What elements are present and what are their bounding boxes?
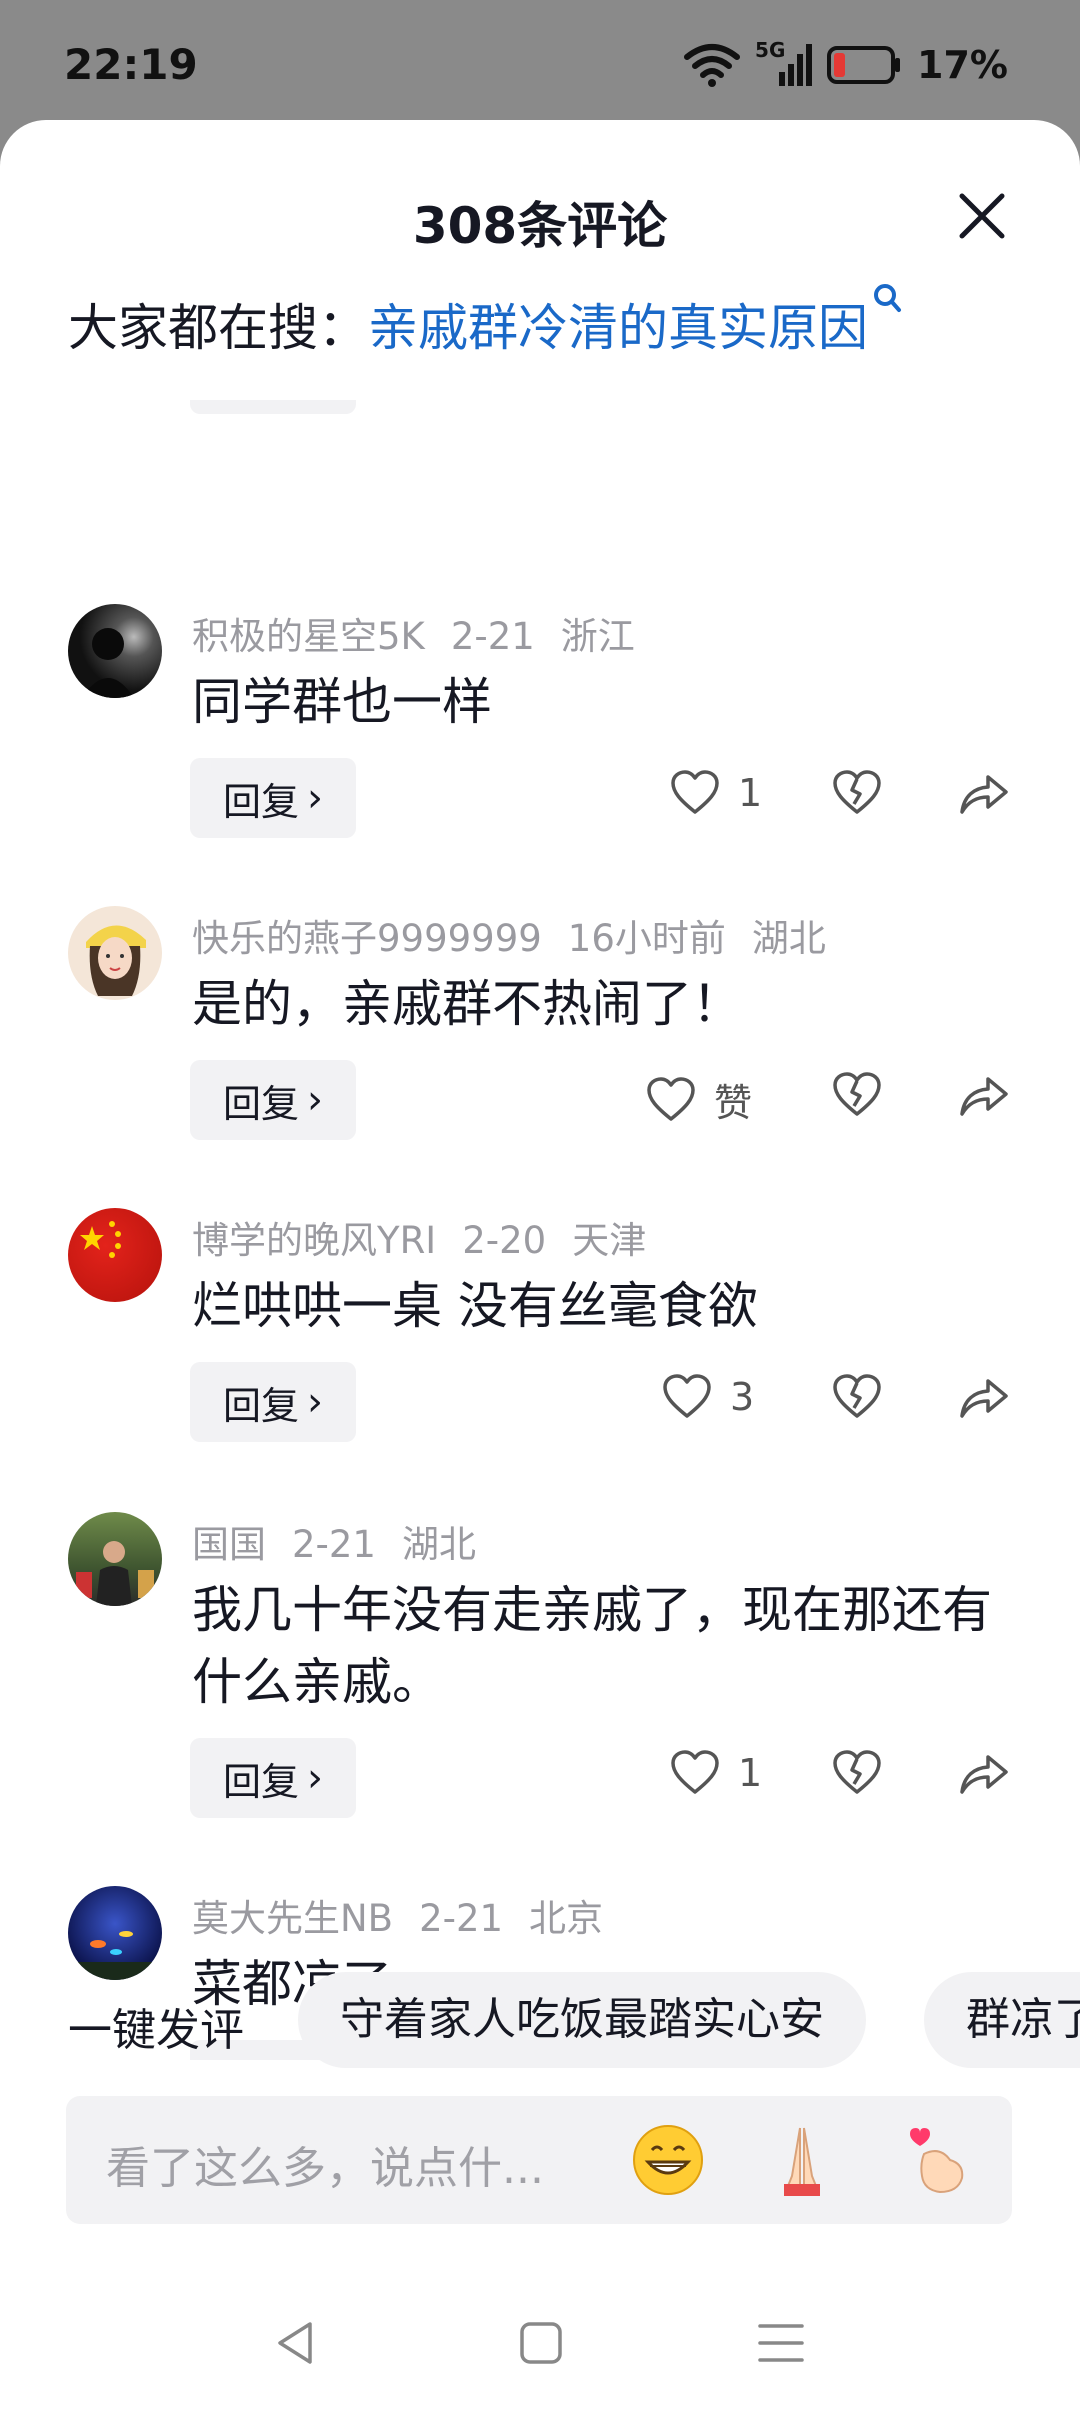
reply-button[interactable]: 回复› [190, 1060, 356, 1140]
quick-comment-chip[interactable]: 守着家人吃饭最踏实心安 [298, 1972, 866, 2068]
comment-actions: 回复 › 3 [0, 1362, 1080, 1442]
avatar[interactable] [68, 1512, 162, 1606]
search-suggestion: 大家都在搜：亲戚群冷清的真实原因 [68, 284, 902, 360]
chevron-right-icon: › [307, 1077, 323, 1123]
comment-location: 天津 [572, 1219, 647, 1262]
reply-button-clipped[interactable] [190, 400, 356, 414]
reply-label: 回复 [222, 1383, 299, 1428]
chevron-right-icon: › [307, 1755, 323, 1801]
battery-icon [827, 46, 901, 84]
username[interactable]: 莫大先生NB [192, 1897, 393, 1940]
reply-button[interactable]: 回复› [190, 1362, 356, 1442]
like-button[interactable]: 1 [670, 1750, 762, 1796]
heart-icon [647, 1076, 695, 1121]
comment-location: 浙江 [560, 615, 635, 658]
menu-icon[interactable] [756, 2318, 806, 2368]
close-icon[interactable] [954, 188, 1010, 244]
search-icon[interactable] [872, 282, 902, 316]
reply-button[interactable]: 回复› [190, 1738, 356, 1818]
like-button[interactable]: 赞 [646, 1072, 752, 1127]
comment-date: 2-20 [462, 1219, 547, 1262]
comment-meta: 国国 2-21 湖北 [192, 1514, 502, 1568]
comments-sheet: 308条评论 大家都在搜：亲戚群冷清的真实原因 积极的星空5K 2-21 浙江 同学… [0, 120, 1080, 2412]
broken-heart-icon[interactable] [832, 1072, 882, 1118]
quick-comment-chip[interactable]: 群凉了 [924, 1972, 1080, 2068]
username[interactable]: 快乐的燕子9999999 [192, 917, 542, 960]
broken-heart-icon[interactable] [832, 1750, 882, 1796]
comment-list[interactable]: 积极的星空5K 2-21 浙江 同学群也一样 回复 › 1 快乐的燕子9999999 1… [0, 400, 1080, 2060]
broken-heart-icon[interactable] [832, 770, 882, 816]
back-icon[interactable] [270, 2318, 320, 2368]
battery-level: 17% [917, 43, 1008, 87]
reply-label: 回复 [222, 779, 299, 824]
home-icon[interactable] [516, 2318, 566, 2368]
share-icon[interactable] [958, 1374, 1010, 1420]
username[interactable]: 积极的星空5K [192, 615, 425, 658]
chevron-right-icon: › [307, 775, 323, 821]
comment-date: 2-21 [450, 615, 535, 658]
share-icon[interactable] [958, 770, 1010, 816]
heart-hand-emoji-icon[interactable] [896, 2120, 976, 2200]
chevron-right-icon: › [307, 1379, 323, 1425]
comment-location: 北京 [529, 1897, 604, 1940]
reply-label: 回复 [222, 1759, 299, 1804]
comment-text: 是的，亲戚群不热闹了！ [192, 975, 742, 1033]
heart-icon [671, 1750, 719, 1794]
status-icons: 5G 17% [683, 38, 1008, 88]
comment-actions: 回复 › 1 [0, 758, 1080, 838]
wifi-icon [684, 44, 741, 87]
comment-date: 2-21 [292, 1523, 376, 1566]
like-button[interactable]: 3 [662, 1374, 754, 1420]
comment-actions: 回复 › 赞 [0, 1060, 1080, 1140]
status-bar: 22:19 5G 17% [0, 0, 1080, 120]
quick-comment-label: 一键发评 [68, 2005, 244, 2056]
cellular-icon: 5G [755, 38, 813, 88]
like-count: 3 [730, 1375, 755, 1419]
like-button[interactable]: 1 [670, 770, 762, 816]
comment-meta: 莫大先生NB 2-21 北京 [192, 1888, 629, 1942]
navigation-bar [0, 2288, 1080, 2412]
broken-heart-icon[interactable] [832, 1374, 882, 1420]
quick-comment-row: 一键发评 守着家人吃饭最踏实心安 群凉了 [0, 1972, 1080, 2072]
input-placeholder: 看了这么多，说点什... [106, 2143, 544, 2194]
share-icon[interactable] [958, 1072, 1010, 1118]
search-link[interactable]: 亲戚群冷清的真实原因 [368, 299, 868, 357]
pray-emoji-icon[interactable] [762, 2120, 842, 2200]
comment-text: 我几十年没有走亲戚了，现在那还有什么亲戚。 [192, 1581, 992, 1711]
grin-emoji-icon[interactable] [628, 2120, 708, 2200]
comment-text: 同学群也一样 [192, 673, 492, 731]
avatar[interactable] [68, 1886, 162, 1980]
comment-meta: 积极的星空5K 2-21 浙江 [192, 606, 661, 660]
comment-date: 16小时前 [567, 917, 726, 960]
username[interactable]: 博学的晚风YRI [192, 1219, 436, 1262]
reply-label: 回复 [222, 1081, 299, 1126]
like-count: 赞 [714, 1081, 753, 1125]
comment-actions: 回复 › 1 [0, 1738, 1080, 1818]
comment-meta: 博学的晚风YRI 2-20 天津 [192, 1210, 672, 1264]
username[interactable]: 国国 [192, 1523, 266, 1566]
comment-meta: 快乐的燕子9999999 16小时前 湖北 [192, 908, 852, 962]
avatar[interactable] [68, 1208, 162, 1302]
heart-icon [663, 1374, 711, 1418]
share-icon[interactable] [958, 1750, 1010, 1796]
status-time: 22:19 [64, 40, 198, 89]
heart-icon [671, 770, 719, 814]
sheet-title: 308条评论 [412, 197, 668, 255]
avatar[interactable] [68, 906, 162, 1000]
comment-input[interactable]: 看了这么多，说点什... [66, 2096, 1012, 2224]
comment-date: 2-21 [419, 1897, 504, 1940]
search-prefix: 大家都在搜： [68, 299, 368, 357]
comment-text: 烂哄哄一桌 没有丝毫食欲 [192, 1277, 758, 1335]
comment-location: 湖北 [401, 1523, 476, 1566]
avatar[interactable] [68, 604, 162, 698]
like-count: 1 [738, 1751, 763, 1795]
like-count: 1 [738, 771, 763, 815]
reply-button[interactable]: 回复› [190, 758, 356, 838]
comment-location: 湖北 [751, 917, 826, 960]
